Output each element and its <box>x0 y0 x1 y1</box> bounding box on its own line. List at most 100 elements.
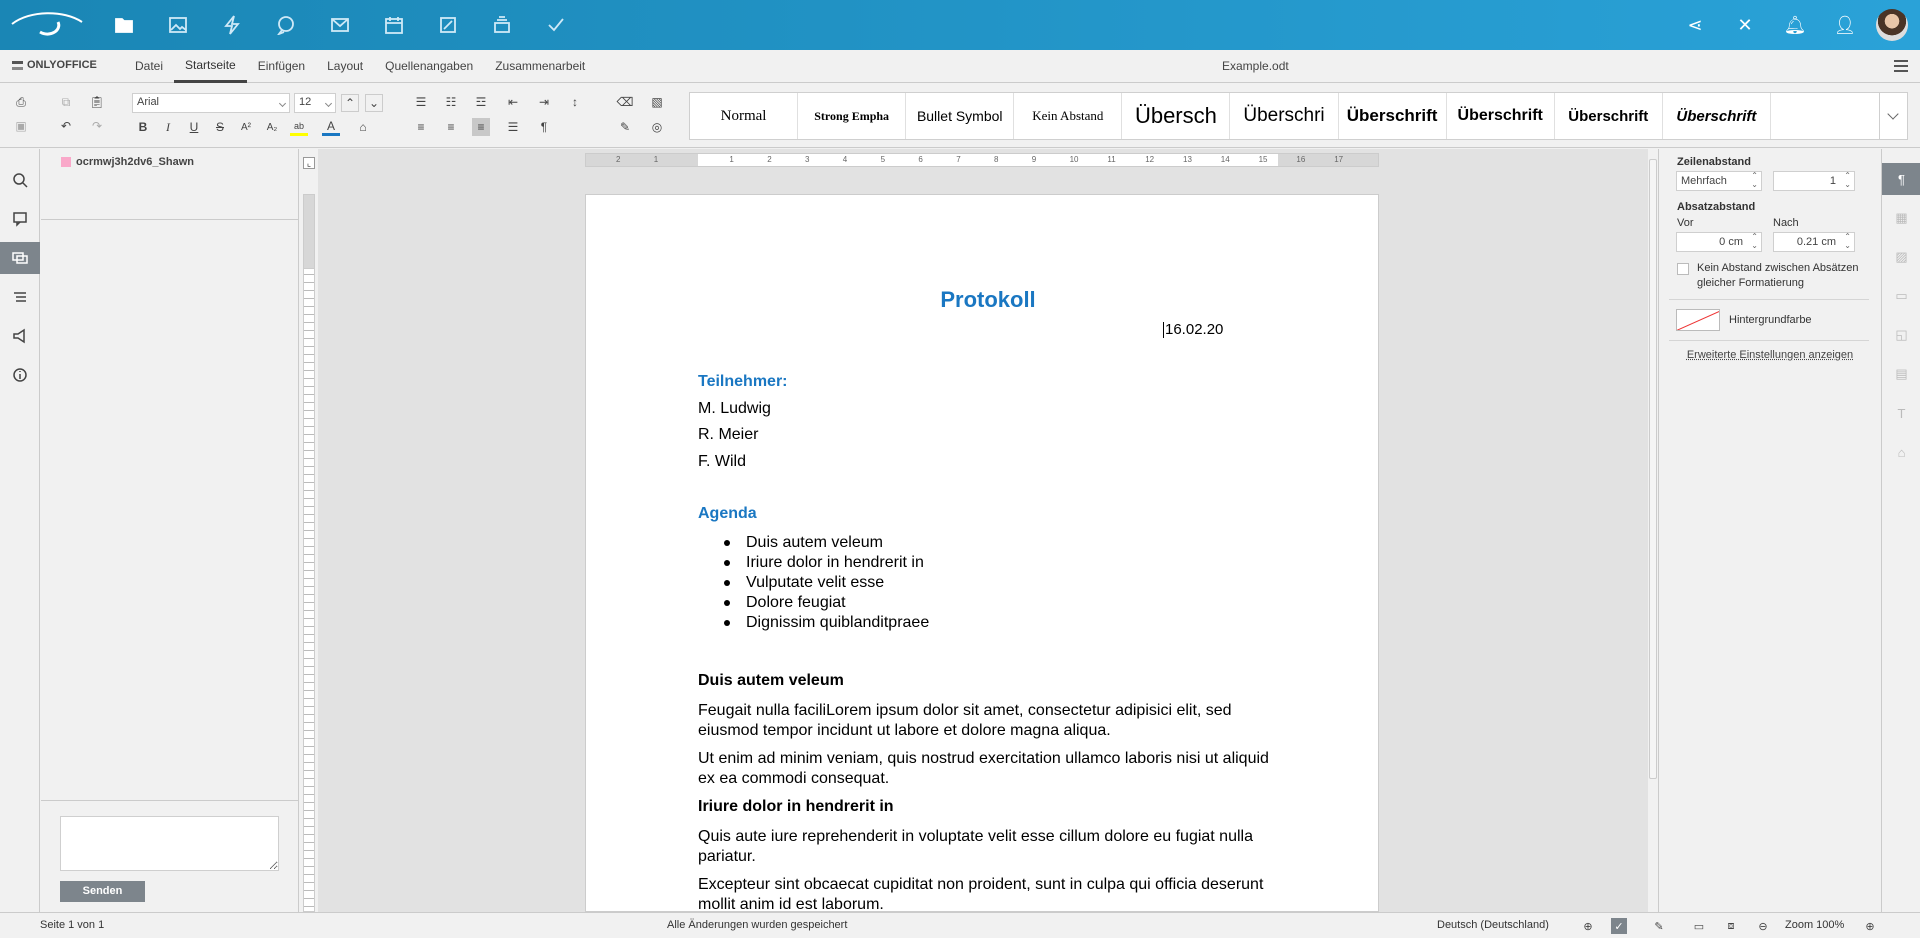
globe-icon[interactable]: ⊕ <box>1580 918 1596 934</box>
no-spacing-checkbox[interactable] <box>1677 263 1689 275</box>
font-name-select[interactable]: Arial <box>132 93 290 113</box>
chart-settings-icon[interactable]: ▤ <box>1882 358 1920 390</box>
bullet-list-icon[interactable]: ☰ <box>412 93 430 111</box>
style-heading-4[interactable]: Überschrift <box>1447 93 1555 139</box>
document-page[interactable]: Protokoll 16.02.20 Teilnehmer: M. Ludwig… <box>585 194 1379 912</box>
style-normal[interactable]: Normal <box>690 93 798 139</box>
about-icon[interactable] <box>0 359 40 391</box>
share-icon[interactable]: ⋖ <box>1670 0 1720 50</box>
horizontal-ruler[interactable]: 2 1 1 2 3 4 5 6 7 8 9 10 11 12 13 14 15 16 17 <box>585 153 1379 167</box>
vertical-scrollbar[interactable] <box>1648 149 1658 912</box>
close-icon[interactable]: ✕ <box>1720 0 1770 50</box>
justify-icon[interactable]: ☰ <box>504 118 522 136</box>
scrollbar-thumb[interactable] <box>1649 159 1657 779</box>
spellcheck-icon[interactable]: ✓ <box>1611 918 1627 934</box>
photos-icon[interactable] <box>151 0 205 50</box>
bold-icon[interactable]: B <box>134 118 152 136</box>
track-changes-icon[interactable]: ✎ <box>1651 918 1667 934</box>
shape-settings-icon[interactable]: ◱ <box>1882 319 1920 351</box>
notifications-icon[interactable]: 🔔︎ <box>1770 0 1820 50</box>
style-heading-3[interactable]: Überschrift <box>1339 93 1447 139</box>
language-select[interactable]: Deutsch (Deutschland) <box>1437 919 1549 931</box>
style-heading-6[interactable]: Überschrift <box>1663 93 1771 139</box>
undo-icon[interactable]: ↶ <box>57 117 75 135</box>
background-color-picker[interactable] <box>1676 309 1720 331</box>
paste-icon[interactable]: 📋︎ <box>88 93 106 111</box>
advanced-settings-link[interactable]: Erweiterte Einstellungen anzeigen <box>1659 349 1881 361</box>
redo-icon[interactable]: ↷ <box>88 117 106 135</box>
numbered-list-icon[interactable]: ☷ <box>442 93 460 111</box>
shading-icon[interactable]: ▧ <box>648 93 666 111</box>
style-heading-1[interactable]: Übersch <box>1122 93 1230 139</box>
copy-icon[interactable]: ⧉ <box>57 93 75 111</box>
nextcloud-logo[interactable] <box>10 8 84 42</box>
clear-style-icon[interactable]: ⌂ <box>354 118 372 136</box>
superscript-icon[interactable]: A² <box>237 118 255 136</box>
line-spacing-icon[interactable]: ↕ <box>566 93 584 111</box>
activity-icon[interactable] <box>205 0 259 50</box>
mail-merge-icon[interactable]: ⌂ <box>1882 436 1920 468</box>
styles-expand-button[interactable] <box>1880 92 1908 140</box>
line-spacing-value-input[interactable]: 1 <box>1773 171 1855 191</box>
save-icon[interactable]: ▣ <box>12 117 30 135</box>
decrease-indent-icon[interactable]: ⇤ <box>504 93 522 111</box>
deck-icon[interactable] <box>475 0 529 50</box>
italic-icon[interactable]: I <box>159 118 177 136</box>
style-kein-abstand[interactable]: Kein Abstand <box>1014 93 1122 139</box>
contacts-icon[interactable]: 👤︎ <box>1820 0 1870 50</box>
user-avatar[interactable] <box>1876 9 1908 41</box>
copy-style-icon[interactable]: ✎ <box>616 118 634 136</box>
files-icon[interactable] <box>97 0 151 50</box>
multilevel-list-icon[interactable]: ☲ <box>472 93 490 111</box>
decrease-font-icon[interactable]: ⌄ <box>365 94 383 112</box>
tab-einfuegen[interactable]: Einfügen <box>247 50 316 83</box>
increase-font-icon[interactable]: ⌃ <box>341 94 359 112</box>
align-right-icon[interactable]: ≡ <box>472 118 490 136</box>
table-settings-icon[interactable]: ▦ <box>1882 202 1920 234</box>
feedback-icon[interactable] <box>0 320 40 352</box>
image-settings-icon[interactable]: ▨ <box>1882 241 1920 273</box>
page-counter[interactable]: Seite 1 von 1 <box>40 919 104 931</box>
align-center-icon[interactable]: ≡ <box>442 118 460 136</box>
subscript-icon[interactable]: A₂ <box>263 118 281 136</box>
textart-settings-icon[interactable]: T <box>1882 397 1920 429</box>
fit-width-icon[interactable]: ⧈ <box>1723 918 1739 934</box>
align-left-icon[interactable]: ≡ <box>412 118 430 136</box>
font-color-icon[interactable]: A <box>322 118 340 136</box>
fit-page-icon[interactable]: ▭ <box>1691 918 1707 934</box>
style-empty[interactable] <box>1771 93 1879 139</box>
print-icon[interactable]: ⎙ <box>12 93 30 111</box>
style-heading-2[interactable]: Überschri <box>1230 93 1338 139</box>
eraser-icon[interactable]: ⌫ <box>616 93 634 111</box>
tasks-icon[interactable] <box>529 0 583 50</box>
zoom-in-icon[interactable]: ⊕ <box>1862 918 1878 934</box>
tab-stop-selector-icon[interactable]: ⌞ <box>303 157 315 169</box>
spacing-before-input[interactable]: 0 cm <box>1676 232 1762 252</box>
font-size-select[interactable]: 12 <box>294 93 336 113</box>
tab-quellenangaben[interactable]: Quellenangaben <box>374 50 484 83</box>
menu-icon[interactable] <box>1894 60 1908 72</box>
style-bullet-symbol[interactable]: Bullet Symbol <box>906 93 1014 139</box>
talk-icon[interactable] <box>259 0 313 50</box>
mail-icon[interactable] <box>313 0 367 50</box>
chat-message-input[interactable] <box>60 816 279 871</box>
navigation-icon[interactable] <box>0 281 40 313</box>
tab-startseite[interactable]: Startseite <box>174 50 247 83</box>
comments-icon[interactable] <box>0 203 40 235</box>
style-heading-5[interactable]: Überschrift <box>1555 93 1663 139</box>
paragraph-settings-icon[interactable]: ¶ <box>1882 163 1920 195</box>
calendar-icon[interactable] <box>367 0 421 50</box>
highlight-icon[interactable]: ab <box>290 118 308 136</box>
send-button[interactable]: Senden <box>60 881 145 902</box>
underline-icon[interactable]: U <box>185 118 203 136</box>
header-footer-settings-icon[interactable]: ▭ <box>1882 280 1920 312</box>
style-strong-emphasis[interactable]: Strong Empha <box>798 93 906 139</box>
tab-layout[interactable]: Layout <box>316 50 374 83</box>
notes-icon[interactable] <box>421 0 475 50</box>
tab-datei[interactable]: Datei <box>124 50 174 83</box>
paragraph-marks-icon[interactable]: ¶ <box>535 118 553 136</box>
tab-zusammenarbeit[interactable]: Zusammenarbeit <box>484 50 596 83</box>
search-icon[interactable] <box>0 164 40 196</box>
color-scheme-icon[interactable]: ◎ <box>648 118 666 136</box>
strikethrough-icon[interactable]: S <box>211 118 229 136</box>
